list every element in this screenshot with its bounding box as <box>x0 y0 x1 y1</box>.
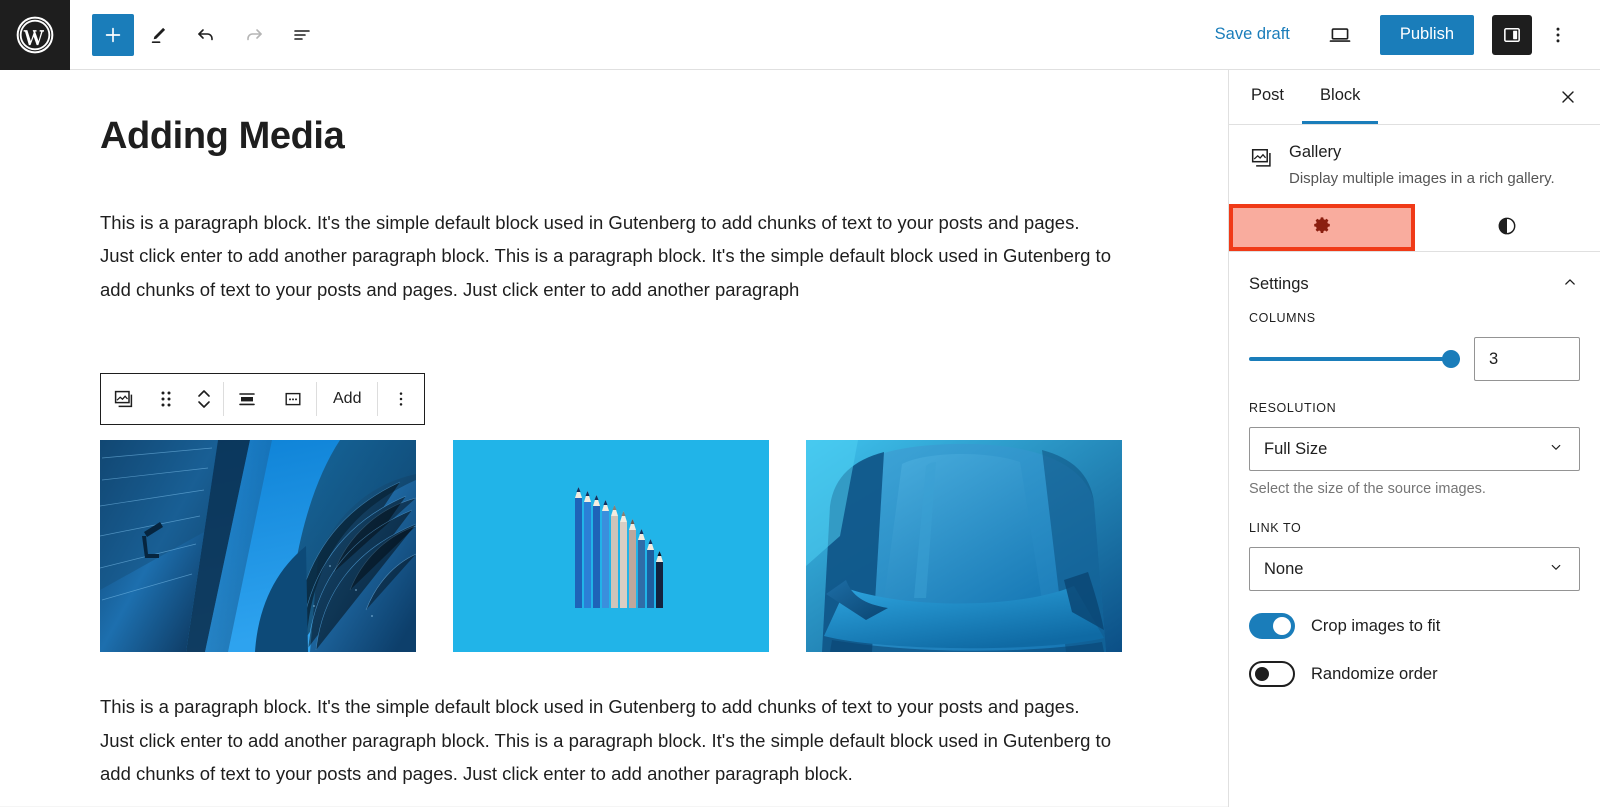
crop-images-label: Crop images to fit <box>1311 616 1441 635</box>
add-images-button[interactable]: Add <box>317 374 377 424</box>
editor-canvas: Adding Media This is a paragraph block. … <box>0 70 1228 807</box>
tab-block[interactable]: Block <box>1302 70 1379 124</box>
randomize-order-toggle[interactable] <box>1249 661 1295 687</box>
columns-label: COLUMNS <box>1249 311 1316 325</box>
edit-mode-pencil-icon[interactable] <box>134 11 182 59</box>
columns-control-row: 3 <box>1249 337 1580 381</box>
link-to-selected-value: None <box>1264 559 1304 578</box>
settings-panel: Settings COLUMNS 3 RESOLUTION Full Size <box>1229 252 1600 687</box>
add-block-button[interactable] <box>92 13 134 56</box>
styles-tab[interactable] <box>1415 204 1600 251</box>
link-to-select[interactable]: None <box>1249 547 1580 591</box>
gear-icon <box>1311 215 1333 240</box>
chevron-down-icon <box>1547 438 1565 461</box>
page-title[interactable]: Adding Media <box>100 114 1128 160</box>
block-toolbar-group-type <box>101 374 223 424</box>
vertical-ellipsis-icon[interactable] <box>378 374 424 424</box>
slider-track <box>1249 357 1460 361</box>
settings-sidebar: Post Block Gallery Display multiple imag… <box>1228 70 1600 807</box>
undo-arrow-icon[interactable] <box>182 11 230 59</box>
redo-arrow-icon[interactable] <box>230 11 278 59</box>
gallery-image-1[interactable] <box>100 440 416 652</box>
sidebar-icon-tabs <box>1229 204 1600 252</box>
resolution-selected-value: Full Size <box>1264 439 1328 458</box>
contrast-half-circle-icon <box>1496 215 1518 240</box>
tab-post[interactable]: Post <box>1233 70 1302 124</box>
block-info-card: Gallery Display multiple images in a ric… <box>1229 125 1600 190</box>
editor-top-bar: Save draft Publish <box>0 0 1600 70</box>
chevron-up-icon[interactable] <box>1560 272 1580 297</box>
paragraph-block-1[interactable]: This is a paragraph block. It's the simp… <box>100 206 1115 307</box>
drag-dots-icon[interactable] <box>147 374 185 424</box>
block-info-text: Gallery Display multiple images in a ric… <box>1289 143 1555 190</box>
block-title: Gallery <box>1289 143 1342 161</box>
randomize-order-row: Randomize order <box>1249 661 1580 687</box>
top-bar-left-tools <box>70 11 326 59</box>
crop-images-row: Crop images to fit <box>1249 613 1580 639</box>
resolution-select[interactable]: Full Size <box>1249 427 1580 471</box>
align-center-icon[interactable] <box>224 374 270 424</box>
settings-section-header[interactable]: Settings <box>1249 252 1580 311</box>
columns-slider[interactable] <box>1249 350 1460 368</box>
close-x-icon[interactable] <box>1550 79 1586 115</box>
settings-section-label: Settings <box>1249 275 1309 293</box>
slider-thumb[interactable] <box>1442 350 1460 368</box>
add-images-label: Add <box>333 390 362 407</box>
move-up-down-chevrons-icon[interactable] <box>185 374 223 424</box>
gallery-image-2[interactable] <box>453 440 769 652</box>
link-to-label: LINK TO <box>1249 521 1302 535</box>
gallery-icon <box>1249 143 1275 190</box>
save-draft-button[interactable]: Save draft <box>1203 17 1302 52</box>
gallery-block[interactable] <box>100 440 1122 652</box>
block-toolbar: Add <box>100 373 426 425</box>
paragraph-block-2-wrap: This is a paragraph block. It's the simp… <box>100 690 1160 791</box>
settings-tab[interactable] <box>1229 204 1415 251</box>
gallery-image-3[interactable] <box>806 440 1122 652</box>
crop-images-toggle[interactable] <box>1249 613 1295 639</box>
resolution-label: RESOLUTION <box>1249 401 1337 415</box>
sidebar-panel-icon[interactable] <box>1492 14 1532 55</box>
randomize-order-label: Randomize order <box>1311 664 1438 683</box>
toggle-knob <box>1273 617 1291 635</box>
more-box-icon[interactable] <box>270 374 316 424</box>
columns-number-input[interactable]: 3 <box>1474 337 1580 381</box>
vertical-ellipsis-icon[interactable] <box>1536 11 1580 59</box>
top-bar-right-tools: Save draft Publish <box>1203 11 1600 59</box>
publish-button[interactable]: Publish <box>1379 14 1474 55</box>
paragraph-block-2[interactable]: This is a paragraph block. It's the simp… <box>100 690 1115 791</box>
block-description: Display multiple images in a rich galler… <box>1289 170 1555 187</box>
gallery-icon[interactable] <box>101 374 147 424</box>
resolution-help-text: Select the size of the source images. <box>1249 481 1486 497</box>
post-content: Adding Media This is a paragraph block. … <box>0 70 1228 306</box>
sidebar-tabs: Post Block <box>1229 70 1600 125</box>
wordpress-logo-icon[interactable] <box>0 0 70 70</box>
chevron-down-icon <box>1547 558 1565 581</box>
laptop-preview-icon[interactable] <box>1316 11 1364 59</box>
list-view-icon[interactable] <box>278 11 326 59</box>
block-toolbar-group-format <box>224 374 316 424</box>
toggle-knob <box>1255 667 1269 681</box>
